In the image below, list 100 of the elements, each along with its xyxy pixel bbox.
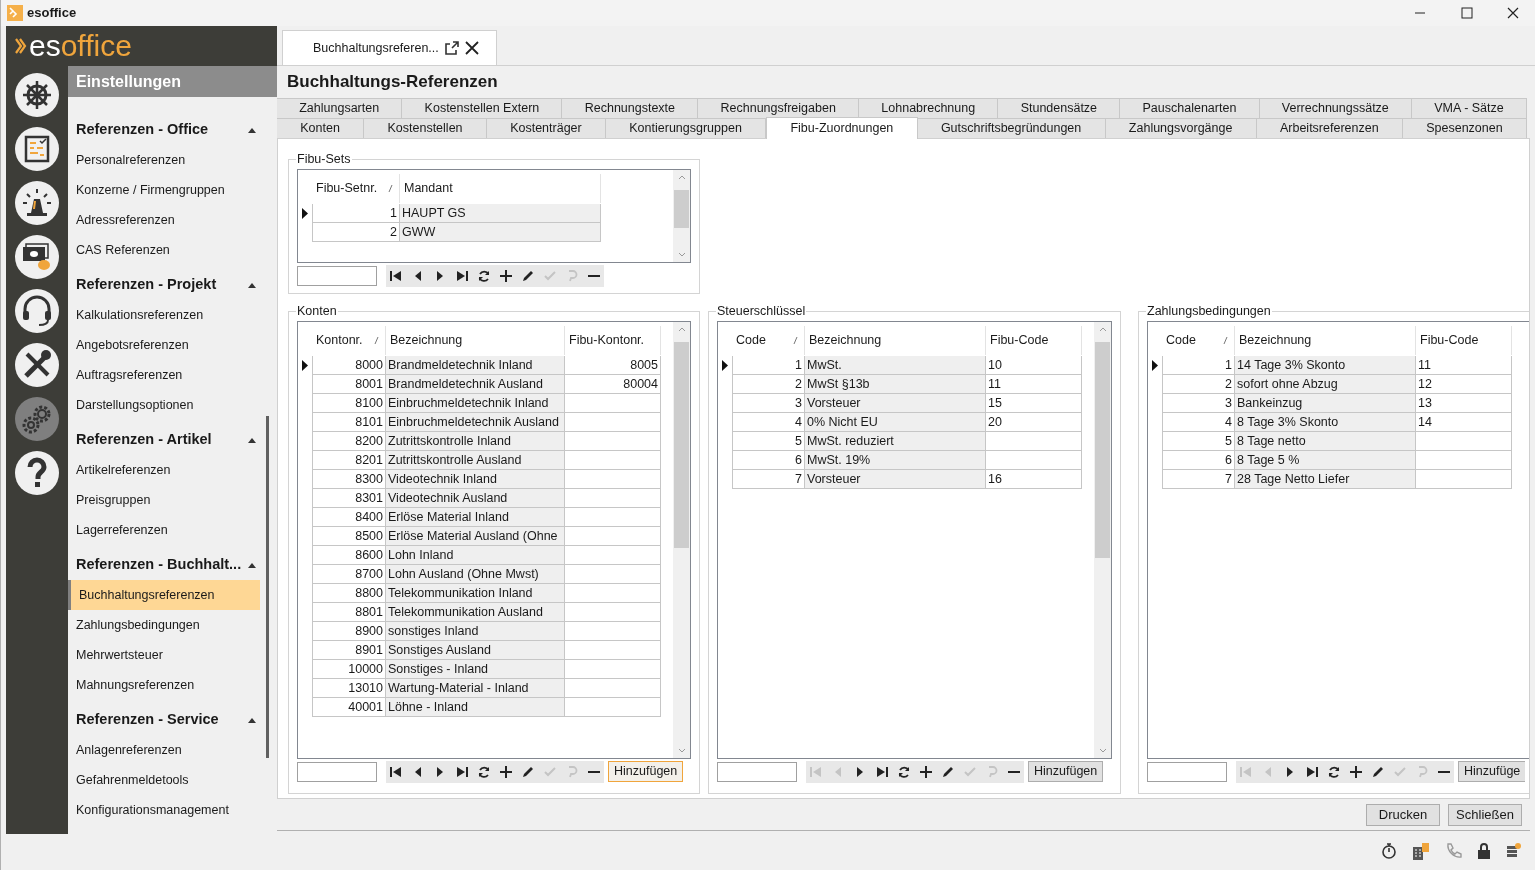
pencil-icon[interactable] [521, 764, 535, 779]
sidebar-item[interactable]: Lagerreferenzen [68, 515, 260, 545]
add-button[interactable]: Hinzufügen [608, 761, 684, 783]
column-header[interactable]: Mandant [404, 178, 594, 198]
siren-icon[interactable] [15, 181, 59, 225]
column-header[interactable]: Code [1166, 330, 1223, 350]
collapse-arrow-icon[interactable] [248, 127, 256, 133]
column-header[interactable]: Fibu-Kontonr. [569, 330, 654, 350]
collapse-arrow-icon[interactable] [248, 717, 256, 723]
building-icon[interactable] [1411, 840, 1431, 861]
plus-icon[interactable] [1349, 764, 1363, 779]
section-header[interactable]: Referenzen - Projekt [76, 274, 248, 296]
column-header[interactable]: Bezeichnung [390, 330, 558, 350]
close-icon[interactable] [464, 41, 479, 55]
tab[interactable]: Kontierungsgruppen [606, 118, 767, 138]
tab[interactable]: Spesenzonen [1402, 118, 1527, 138]
footer-button[interactable]: Drucken [1366, 803, 1440, 826]
section-header[interactable]: Referenzen - Artikel [76, 429, 248, 451]
plus-icon[interactable] [919, 764, 933, 779]
sidebar-item[interactable]: Konzerne / Firmengruppen [68, 175, 260, 205]
sidebar-item[interactable]: Artikelreferenzen [68, 455, 260, 485]
close-icon[interactable] [1507, 7, 1519, 19]
sidebar-item[interactable]: CAS Referenzen [68, 235, 260, 265]
planner-board-icon[interactable] [15, 127, 59, 171]
column-header[interactable]: Kontonr. [316, 330, 374, 350]
scrollbar-thumb[interactable] [1095, 341, 1110, 558]
refresh-icon[interactable] [1327, 764, 1341, 779]
headset-icon[interactable] [15, 289, 59, 333]
pencil-icon[interactable] [1371, 764, 1385, 779]
column-header[interactable]: Bezeichnung [809, 330, 979, 350]
tab[interactable]: Gutschriftsbegründungen [917, 118, 1106, 138]
tools-icon[interactable] [15, 343, 59, 387]
sidebar-item[interactable]: Zahlungsbedingungen [68, 610, 260, 640]
skip-last-icon[interactable] [455, 764, 469, 779]
sidebar-item[interactable]: Auftragsreferenzen [68, 360, 260, 390]
add-button[interactable]: Hinzufüge [1458, 761, 1526, 783]
column-header[interactable]: Fibu-Code [990, 330, 1075, 350]
sidebar-item[interactable]: Mehrwertsteuer [68, 640, 260, 670]
coin-stack-icon[interactable] [1505, 841, 1521, 860]
checkmark-icon[interactable] [963, 764, 977, 779]
checkmark-icon[interactable] [543, 268, 557, 283]
tab[interactable]: Lohnabrechnung [859, 98, 999, 118]
plus-icon[interactable] [499, 268, 513, 283]
tab[interactable]: Verrechnungssätze [1259, 98, 1413, 118]
sidebar-item[interactable]: Mahnungsreferenzen [68, 670, 260, 700]
sidebar-item[interactable]: Preisgruppen [68, 485, 260, 515]
tab[interactable]: Zahlungsvorgänge [1105, 118, 1257, 138]
refresh-icon[interactable] [897, 764, 911, 779]
help-icon[interactable] [15, 451, 59, 495]
section-header[interactable]: Referenzen - Buchhalt... [76, 554, 248, 576]
skip-last-icon[interactable] [455, 268, 469, 283]
skip-first-icon[interactable] [389, 268, 403, 283]
sidebar-item[interactable]: Darstellungsoptionen [68, 390, 260, 420]
section-header[interactable]: Referenzen - Service [76, 709, 248, 731]
scrollbar-thumb[interactable] [674, 189, 689, 228]
checkmark-icon[interactable] [1393, 764, 1407, 779]
tab[interactable]: Pauschalenarten [1120, 98, 1260, 118]
column-header[interactable]: Fibu-Code [1420, 330, 1505, 350]
plus-icon[interactable] [499, 764, 513, 779]
tab[interactable]: Kostenträger [486, 118, 606, 138]
collapse-arrow-icon[interactable] [248, 437, 256, 443]
sidebar-item[interactable]: Konfigurationsmanagement [68, 795, 260, 825]
tab[interactable]: Rechnungsfreigaben [698, 98, 860, 118]
sidebar-item[interactable]: Angebotsreferenzen [68, 330, 260, 360]
column-header[interactable]: Code [736, 330, 793, 350]
sidebar-item[interactable]: Anlagenreferenzen [68, 735, 260, 765]
footer-button[interactable]: Schließen [1448, 803, 1522, 826]
tab[interactable]: Konten [277, 118, 365, 138]
lock-icon[interactable] [1477, 842, 1491, 859]
tab[interactable]: Kostenstellen Extern [402, 98, 563, 118]
column-header[interactable]: Bezeichnung [1239, 330, 1409, 350]
search-field[interactable] [297, 761, 377, 782]
checkmark-icon[interactable] [543, 764, 557, 779]
refresh-icon[interactable] [477, 268, 491, 283]
maximize-icon[interactable] [1461, 7, 1473, 19]
skip-last-icon[interactable] [875, 764, 889, 779]
sidebar-item[interactable]: Adressreferenzen [68, 205, 260, 235]
document-tab[interactable]: Buchhaltungsreferen... [282, 30, 497, 65]
tab[interactable]: Zahlungsarten [277, 98, 403, 118]
external-link-icon[interactable] [444, 41, 459, 55]
sidebar-item[interactable]: Gefahrenmeldetools [68, 765, 260, 795]
section-header[interactable]: Referenzen - Office [76, 119, 248, 141]
stopwatch-icon[interactable] [1381, 841, 1397, 860]
search-field[interactable] [297, 265, 377, 286]
scrollbar-thumb[interactable] [674, 341, 689, 548]
skip-last-icon[interactable] [1305, 764, 1319, 779]
collapse-arrow-icon[interactable] [248, 562, 256, 568]
search-field[interactable] [1147, 761, 1227, 782]
sidebar-item[interactable]: Personalreferenzen [68, 145, 260, 175]
tab[interactable]: Fibu-Zuordnungen [766, 117, 918, 139]
refresh-icon[interactable] [477, 764, 491, 779]
gears-icon[interactable] [15, 397, 59, 441]
pencil-icon[interactable] [521, 268, 535, 283]
tab[interactable]: VMA - Sätze [1412, 98, 1527, 118]
tab[interactable]: Arbeitsreferenzen [1256, 118, 1403, 138]
tab[interactable]: Stundensätze [998, 98, 1121, 118]
collapse-arrow-icon[interactable] [248, 282, 256, 288]
add-button[interactable]: Hinzufügen [1028, 761, 1104, 783]
tab[interactable]: Kostenstellen [364, 118, 487, 138]
sidebar-item[interactable]: Kalkulationsreferenzen [68, 300, 260, 330]
